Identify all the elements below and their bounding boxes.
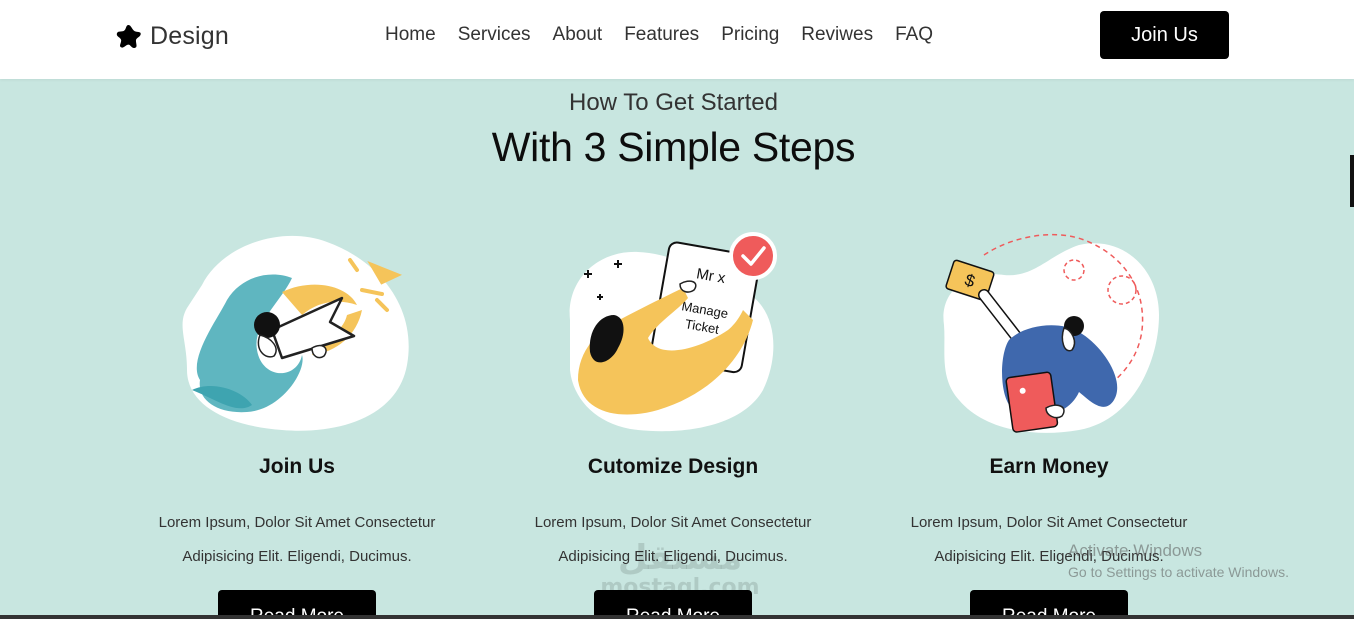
section-headline: With 3 Simple Steps [491,124,856,170]
nav-link-faq[interactable]: FAQ [895,22,933,48]
step-description-line: Adipisicing Elit. Eligendi, Ducimus. [182,548,412,565]
scrollbar-thumb[interactable] [1350,155,1354,207]
step-description: Lorem Ipsum, Dolor Sit Amet Consectetur … [112,506,482,574]
mostaql-watermark: مستقل mostaql.com [595,538,765,600]
person-holding-dollar-illustration: $ [943,233,1159,433]
star-blob-icon [116,24,141,48]
nav-link-reviews[interactable]: Reviwes [801,22,873,48]
step-description-line: Lorem Ipsum, Dolor Sit Amet Consectetur [158,514,436,531]
step-description-line: Lorem Ipsum, Dolor Sit Amet Consectetur [910,514,1188,531]
step-title: Earn Money [989,455,1109,478]
join-us-button[interactable]: Join Us [1100,11,1229,59]
checkmark-icon [729,232,777,280]
nav-link-features[interactable]: Features [624,22,699,48]
step-title: Join Us [259,455,335,478]
nav-link-services[interactable]: Services [458,22,531,48]
brand-logo[interactable]: Design [115,20,229,52]
activate-windows-subtitle: Go to Settings to activate Windows. [1068,564,1289,580]
watermark-url: mostaql.com [600,575,760,600]
step-description-line: Lorem Ipsum, Dolor Sit Amet Consectetur [534,514,812,531]
nav-link-home[interactable]: Home [385,22,436,48]
person-with-arrows-illustration [182,235,409,431]
bottom-window-edge [0,615,1354,619]
activate-windows-notice: Activate Windows Go to Settings to activ… [1068,540,1328,583]
top-navbar: Design Home Services About Features Pric… [0,0,1354,79]
brand-name: Design [150,21,230,50]
step-title: Cutomize Design [587,455,759,478]
manage-ticket-illustration: Mr x Manage Ticket [569,232,777,432]
section-kicker: How To Get Started [569,89,778,116]
watermark-arabic: مستقل [617,538,743,578]
main-nav: Home Services About Features Pricing Rev… [385,22,955,48]
nav-link-pricing[interactable]: Pricing [721,22,779,48]
activate-windows-title: Activate Windows [1068,541,1203,560]
nav-link-about[interactable]: About [553,22,603,48]
